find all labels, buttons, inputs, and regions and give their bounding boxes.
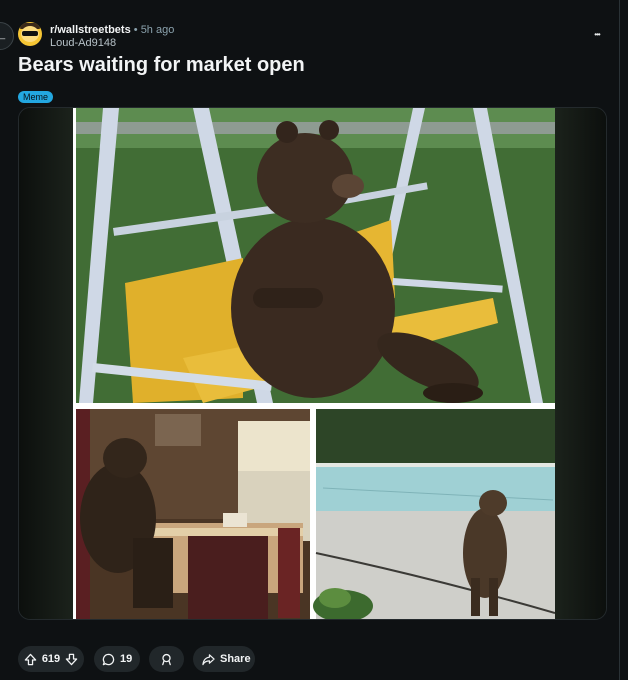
share-label: Share: [220, 653, 251, 665]
meta-separator: •: [133, 24, 138, 36]
post-actions-bar: 619 19 Share: [18, 646, 618, 672]
share-icon: [202, 653, 215, 666]
author-link[interactable]: Loud-Ad9148: [50, 37, 116, 50]
vote-count: 619: [41, 653, 61, 665]
more-icon: •••: [594, 30, 600, 39]
post-header: r/wallstreetbets • 5h ago Loud-Ad9148 ••…: [18, 20, 608, 50]
bear-at-kitchen-table-photo[interactable]: [76, 409, 310, 620]
media-blur-left: [19, 108, 75, 619]
post-time: 5h ago: [140, 24, 175, 36]
post-flair[interactable]: Meme: [18, 91, 54, 103]
subreddit-link[interactable]: r/wallstreetbets: [50, 24, 131, 36]
bear-on-swing-photo[interactable]: [76, 108, 555, 406]
post-title: Bears waiting for market open: [18, 54, 305, 76]
comment-icon: [102, 653, 115, 666]
image-collage: [73, 108, 555, 620]
subreddit-avatar[interactable]: [18, 22, 42, 46]
vote-controls: 619: [18, 646, 84, 672]
arrow-left-icon: ←: [0, 28, 8, 44]
downvote-icon[interactable]: [65, 653, 78, 666]
share-button[interactable]: Share: [193, 646, 255, 672]
post-media[interactable]: [18, 107, 607, 620]
comments-button[interactable]: 19: [94, 646, 140, 672]
post-meta: r/wallstreetbets • 5h ago: [50, 24, 174, 37]
bear-in-empty-pool-photo[interactable]: [313, 409, 555, 620]
more-options-button[interactable]: •••: [586, 24, 608, 46]
media-blur-right: [552, 108, 606, 619]
award-button[interactable]: [149, 646, 184, 672]
comment-count: 19: [120, 653, 133, 665]
upvote-icon[interactable]: [24, 653, 37, 666]
award-icon: [160, 653, 173, 666]
